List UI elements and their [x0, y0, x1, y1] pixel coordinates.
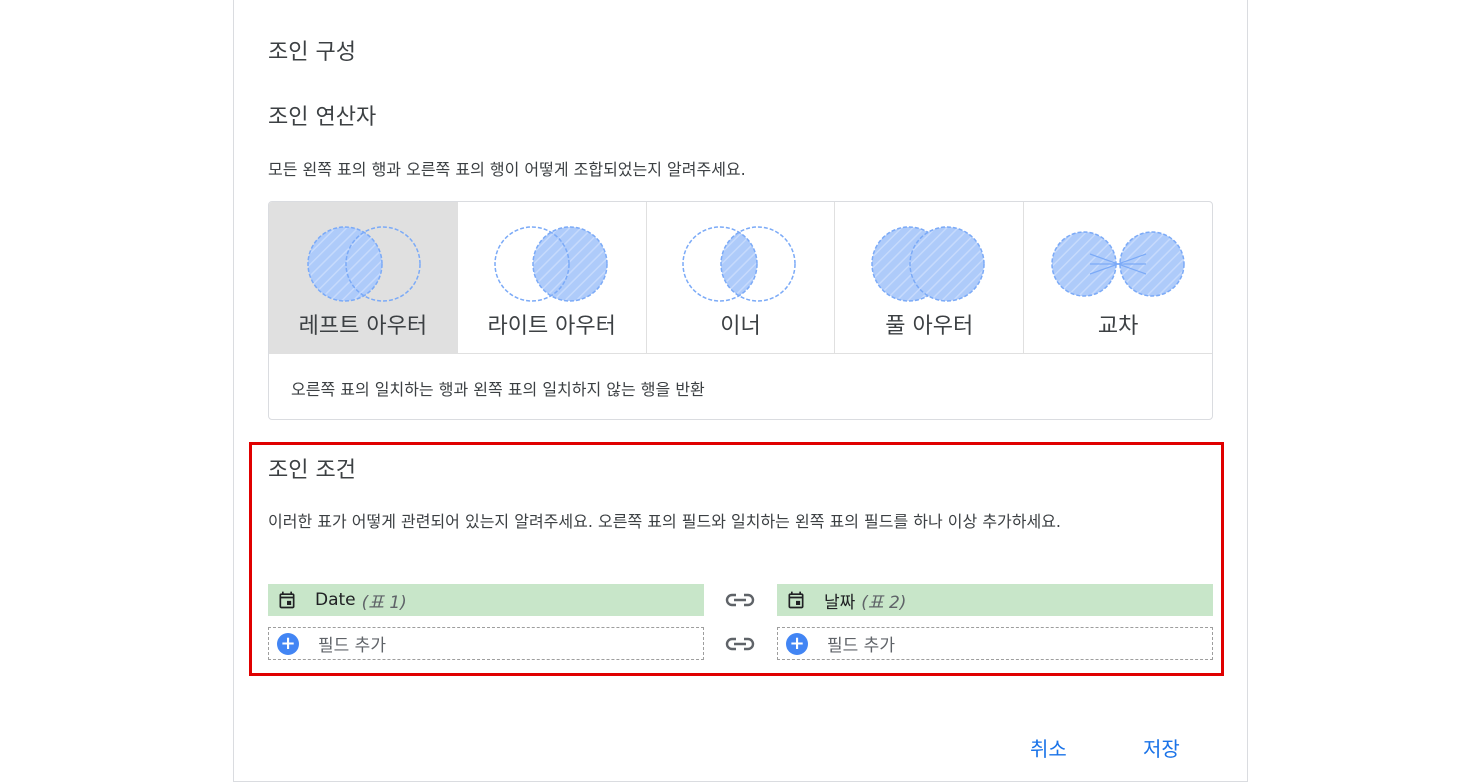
right-field-table: (표 2) [861, 592, 907, 613]
join-config-dialog: 조인 구성 조인 연산자 모든 왼쪽 표의 행과 오른쪽 표의 행이 어떻게 조… [233, 0, 1248, 782]
inner-join-venn-icon [682, 226, 797, 302]
left-field-name: Date [315, 590, 356, 610]
join-operator-result-description: 오른쪽 표의 일치하는 행과 왼쪽 표의 일치하지 않는 행을 반환 [291, 380, 705, 399]
dialog-title: 조인 구성 [268, 40, 356, 65]
join-option-full-outer[interactable]: 풀 아우터 [835, 202, 1025, 353]
join-operator-heading: 조인 연산자 [268, 105, 377, 130]
right-join-field[interactable]: 날짜 (표 2) [777, 584, 1213, 616]
join-option-left-outer[interactable]: 레프트 아우터 [269, 202, 458, 353]
join-option-inner[interactable]: 이너 [647, 202, 836, 353]
right-add-field-button[interactable]: + 필드 추가 [777, 627, 1213, 660]
full-outer-join-venn-icon [871, 226, 986, 302]
join-condition-heading: 조인 조건 [268, 458, 356, 483]
join-option-label: 풀 아우터 [885, 314, 974, 339]
left-outer-join-venn-icon [307, 226, 421, 302]
link-icon [720, 584, 760, 616]
join-operator-panel: 레프트 아우터 라이트 아우터 이너 풀 아우터 교차 오른쪽 표의 일치하는 … [268, 201, 1213, 420]
add-circle-icon: + [277, 632, 299, 655]
cross-join-venn-icon [1051, 231, 1185, 297]
join-option-right-outer[interactable]: 라이트 아우터 [458, 202, 647, 353]
right-field-name: 날짜 [824, 592, 856, 613]
join-option-label: 라이트 아우터 [487, 314, 616, 339]
calendar-icon [277, 590, 297, 610]
calendar-icon [786, 590, 806, 610]
add-circle-icon: + [786, 632, 808, 655]
join-option-label: 레프트 아우터 [298, 314, 428, 339]
join-option-label: 이너 [720, 314, 761, 339]
right-outer-join-venn-icon [493, 226, 608, 302]
add-field-label: 필드 추가 [827, 636, 895, 656]
save-button[interactable]: 저장 [1143, 733, 1180, 762]
join-condition-description: 이러한 표가 어떻게 관련되어 있는지 알려주세요. 오른쪽 표의 필드와 일치… [268, 512, 1062, 531]
cancel-button[interactable]: 취소 [1030, 733, 1067, 762]
left-add-field-button[interactable]: + 필드 추가 [268, 627, 704, 660]
link-icon [720, 628, 760, 660]
join-operator-description: 모든 왼쪽 표의 행과 오른쪽 표의 행이 어떻게 조합되었는지 알려주세요. [268, 160, 746, 179]
left-field-table: (표 1) [361, 592, 407, 613]
left-join-field[interactable]: Date (표 1) [268, 584, 704, 616]
join-option-label: 교차 [1097, 314, 1139, 339]
join-option-cross[interactable]: 교차 [1024, 202, 1212, 353]
add-field-label: 필드 추가 [318, 636, 386, 656]
